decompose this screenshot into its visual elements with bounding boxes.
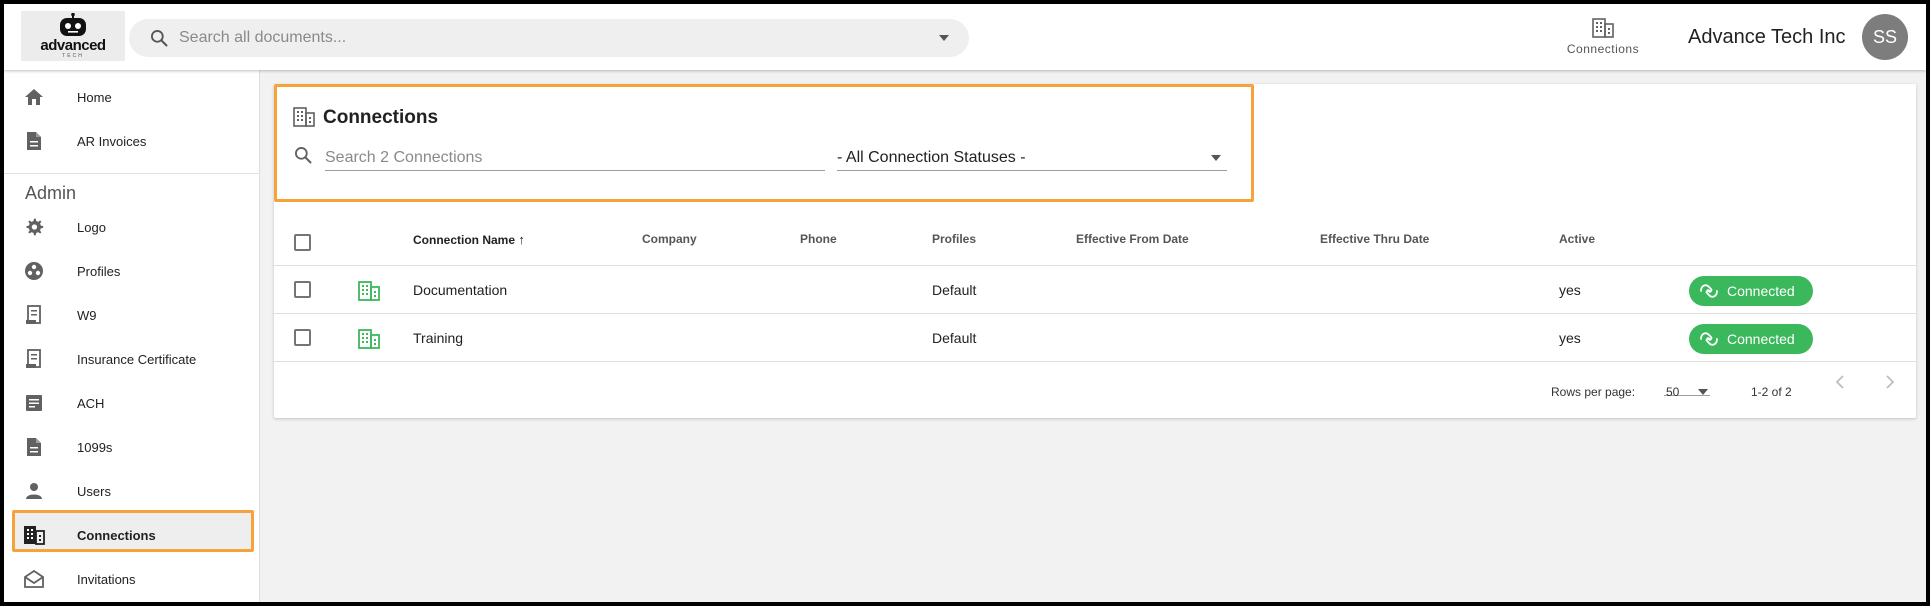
receipt-icon (22, 303, 46, 327)
sidebar-item-label: ACH (77, 395, 105, 411)
status-badge[interactable]: Connected (1689, 324, 1813, 354)
status-badge-label: Connected (1727, 331, 1795, 347)
sidebar-item-profiles[interactable]: Profiles (4, 250, 260, 292)
building-icon (1592, 18, 1614, 38)
envelope-icon (22, 567, 46, 591)
sidebar-item-users[interactable]: Users (4, 470, 260, 512)
cell-profiles: Default (932, 330, 977, 346)
rows-per-page-value: 50 (1666, 385, 1680, 399)
cell-profiles: Default (932, 282, 977, 298)
rows-per-page-select[interactable]: 50 (1664, 374, 1710, 399)
select-all-checkbox[interactable] (294, 234, 311, 251)
sidebar-item-label: Home (77, 89, 112, 105)
pagination-range: 1-2 of 2 (1751, 385, 1792, 399)
previous-page-button[interactable] (1828, 370, 1852, 394)
cell-connection-name[interactable]: Training (413, 330, 463, 346)
column-header-phone[interactable]: Phone (800, 232, 837, 246)
document-icon (22, 129, 46, 153)
sidebar-item-w9[interactable]: W9 (4, 294, 260, 336)
search-icon (295, 147, 312, 164)
profiles-icon (22, 259, 46, 283)
building-icon (293, 107, 315, 127)
robot-icon (60, 13, 86, 36)
sidebar-item-label: Invitations (77, 571, 136, 587)
logo-wordmark: advanced (40, 37, 106, 54)
logo-subtext: TECH (62, 53, 84, 59)
connection-status-select[interactable]: - All Connection Statuses - (837, 141, 1227, 171)
person-icon (22, 479, 46, 503)
status-badge[interactable]: Connected (1689, 276, 1813, 306)
header-connections-button[interactable]: Connections (1558, 18, 1648, 62)
building-icon (358, 281, 380, 301)
column-header-active[interactable]: Active (1559, 232, 1595, 246)
sidebar-item-insurance-certificate[interactable]: Insurance Certificate (4, 338, 260, 380)
search-dropdown-icon[interactable] (939, 35, 949, 41)
app-frame: advanced TECH Search all documents... Co… (4, 4, 1926, 602)
connections-search-input[interactable]: Search 2 Connections (325, 141, 825, 171)
column-header-connection-name[interactable]: Connection Name ↑ (413, 232, 525, 247)
sidebar-item-label: Connections (77, 527, 156, 543)
handshake-icon (1700, 284, 1718, 298)
status-select-value: - All Connection Statuses - (837, 148, 1026, 166)
user-avatar[interactable]: SS (1862, 14, 1908, 60)
next-page-button[interactable] (1878, 370, 1902, 394)
cell-connection-name[interactable]: Documentation (413, 282, 507, 298)
search-icon (151, 30, 168, 47)
table-divider (274, 361, 1916, 362)
column-header-effective-from[interactable]: Effective From Date (1076, 232, 1189, 246)
sidebar-section-admin: Admin (25, 183, 77, 203)
document-icon (22, 435, 46, 459)
column-header-label: Connection Name (413, 233, 516, 247)
table-divider (274, 313, 1916, 314)
sidebar-item-label: 1099s (77, 439, 113, 455)
sidebar-item-label: Insurance Certificate (77, 351, 197, 367)
organization-name[interactable]: Advance Tech Inc (1688, 26, 1846, 49)
sidebar-item-home[interactable]: Home (4, 76, 260, 118)
sidebar-item-connections[interactable]: Connections (4, 514, 260, 556)
chevron-down-icon (1211, 155, 1221, 161)
brand-logo[interactable]: advanced TECH (21, 11, 125, 61)
cell-active: yes (1559, 282, 1581, 298)
receipt-icon (22, 347, 46, 371)
page-title: Connections (323, 107, 439, 128)
column-header-effective-thru[interactable]: Effective Thru Date (1320, 232, 1429, 246)
sidebar-item-label: AR Invoices (77, 133, 147, 149)
table-divider (274, 265, 1916, 266)
sidebar-item-logo[interactable]: Logo (4, 206, 260, 248)
connections-filter-panel: Connections Search 2 Connections - All C… (274, 84, 1254, 202)
sidebar-item-1099s[interactable]: 1099s (4, 426, 260, 468)
column-header-profiles[interactable]: Profiles (932, 232, 976, 246)
chevron-right-icon (1886, 375, 1895, 389)
sidebar-item-ar-invoices[interactable]: AR Invoices (4, 120, 260, 162)
row-checkbox[interactable] (294, 281, 311, 298)
row-checkbox[interactable] (294, 329, 311, 346)
rows-per-page-label: Rows per page: (1551, 385, 1636, 399)
sidebar-item-label: Profiles (77, 263, 121, 279)
sidebar-item-label: Logo (77, 219, 106, 235)
header-connections-label: Connections (1566, 42, 1640, 56)
connections-card: Connections Search 2 Connections - All C… (274, 84, 1916, 418)
list-document-icon (22, 391, 46, 415)
sidebar-nav: Home AR Invoices Admin Logo Profiles W9 … (4, 70, 260, 602)
sidebar-item-label: Users (77, 483, 111, 499)
home-icon (22, 85, 46, 109)
sidebar-item-ach[interactable]: ACH (4, 382, 260, 424)
chevron-down-icon (1698, 389, 1708, 395)
handshake-icon (1700, 332, 1718, 346)
cell-active: yes (1559, 330, 1581, 346)
building-icon (22, 523, 46, 547)
building-icon (358, 329, 380, 349)
chevron-left-icon (1835, 375, 1844, 389)
global-search-input[interactable]: Search all documents... (179, 29, 939, 47)
gear-icon (22, 215, 46, 239)
arrow-up-icon: ↑ (518, 232, 525, 247)
top-app-bar: advanced TECH Search all documents... Co… (4, 4, 1926, 70)
sidebar-item-label: W9 (77, 307, 97, 323)
status-badge-label: Connected (1727, 283, 1795, 299)
global-search-bar[interactable]: Search all documents... (129, 19, 969, 57)
sidebar-divider (4, 173, 260, 174)
sidebar-item-invitations[interactable]: Invitations (4, 558, 260, 600)
column-header-company[interactable]: Company (642, 232, 697, 246)
